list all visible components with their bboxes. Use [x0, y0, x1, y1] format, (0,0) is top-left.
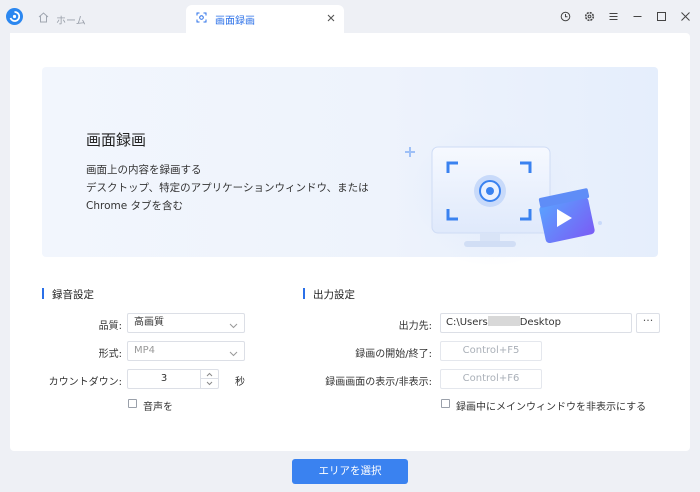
tab-screen-recording-label: 画面録画 [215, 15, 255, 27]
sound-label: 音声を [143, 402, 173, 413]
close-icon[interactable] [326, 13, 336, 23]
output-path-input[interactable]: C:\Users Desktop [440, 313, 632, 333]
hide-window-label: 録画中にメインウィンドウを非表示にする [456, 402, 647, 413]
countdown-stepper[interactable]: 3 [127, 369, 219, 389]
path-suffix: Desktop [519, 317, 561, 328]
start-stop-hotkey-input[interactable]: Control+F5 [440, 341, 542, 361]
path-prefix: C:\Users [446, 317, 488, 328]
banner-desc-line: デスクトップ、特定のアプリケーションウィンドウ、または [86, 182, 369, 194]
quality-label: 品質: [98, 321, 122, 332]
home-icon [38, 12, 49, 26]
countdown-unit: 秒 [235, 377, 245, 388]
window-controls [558, 9, 692, 23]
banner-desc-line: 画面上の内容を録画する [86, 164, 202, 176]
history-icon[interactable] [558, 9, 572, 23]
tab-home-label: ホーム [56, 15, 86, 27]
format-value: MP4 [134, 345, 156, 356]
chevron-up-icon[interactable] [201, 370, 218, 379]
tab-screen-recording[interactable]: 画面録画 [186, 5, 344, 33]
show-hide-hotkey-input[interactable]: Control+F6 [440, 369, 542, 389]
chevron-down-icon [229, 319, 238, 337]
app-logo [6, 8, 23, 25]
chevron-down-icon [229, 347, 238, 365]
stepper-arrows [200, 370, 218, 388]
minimize-icon[interactable] [630, 9, 644, 23]
banner-title: 画面録画 [86, 131, 147, 149]
tab-home[interactable]: ホーム [30, 5, 180, 33]
banner-description: 画面上の内容を録画する デスクトップ、特定のアプリケーションウィンドウ、または … [86, 161, 369, 215]
chevron-down-icon[interactable] [201, 379, 218, 388]
window-close-icon[interactable] [678, 9, 692, 23]
start-stop-label: 録画の開始/終了: [355, 349, 432, 360]
banner-desc-line: Chrome タブを含む [86, 200, 184, 212]
maximize-icon[interactable] [654, 9, 668, 23]
format-select[interactable]: MP4 [127, 341, 245, 361]
title-bar: ホーム 画面録画 [0, 0, 700, 33]
quality-value: 高画質 [134, 317, 164, 328]
screen-recording-illustration [392, 101, 612, 274]
quality-select[interactable]: 高画質 [127, 313, 245, 333]
menu-icon[interactable] [606, 9, 620, 23]
select-area-button[interactable]: エリアを選択 [292, 459, 408, 484]
redacted-username [487, 316, 520, 326]
gear-icon[interactable] [582, 9, 596, 23]
countdown-label: カウントダウン: [48, 377, 122, 388]
format-label: 形式: [98, 349, 122, 360]
output-settings-title: 出力設定 [303, 287, 355, 302]
browse-button[interactable]: ··· [636, 313, 660, 333]
sound-checkbox[interactable] [128, 399, 137, 408]
hide-window-checkbox[interactable] [441, 399, 450, 408]
screen-record-icon [196, 12, 207, 26]
main-panel: 画面録画 画面上の内容を録画する デスクトップ、特定のアプリケーションウィンドウ… [10, 33, 690, 451]
audio-settings-title: 録音設定 [42, 287, 94, 302]
show-hide-label: 録画画面の表示/非表示: [325, 377, 432, 388]
destination-label: 出力先: [398, 321, 432, 332]
countdown-value: 3 [160, 373, 168, 384]
